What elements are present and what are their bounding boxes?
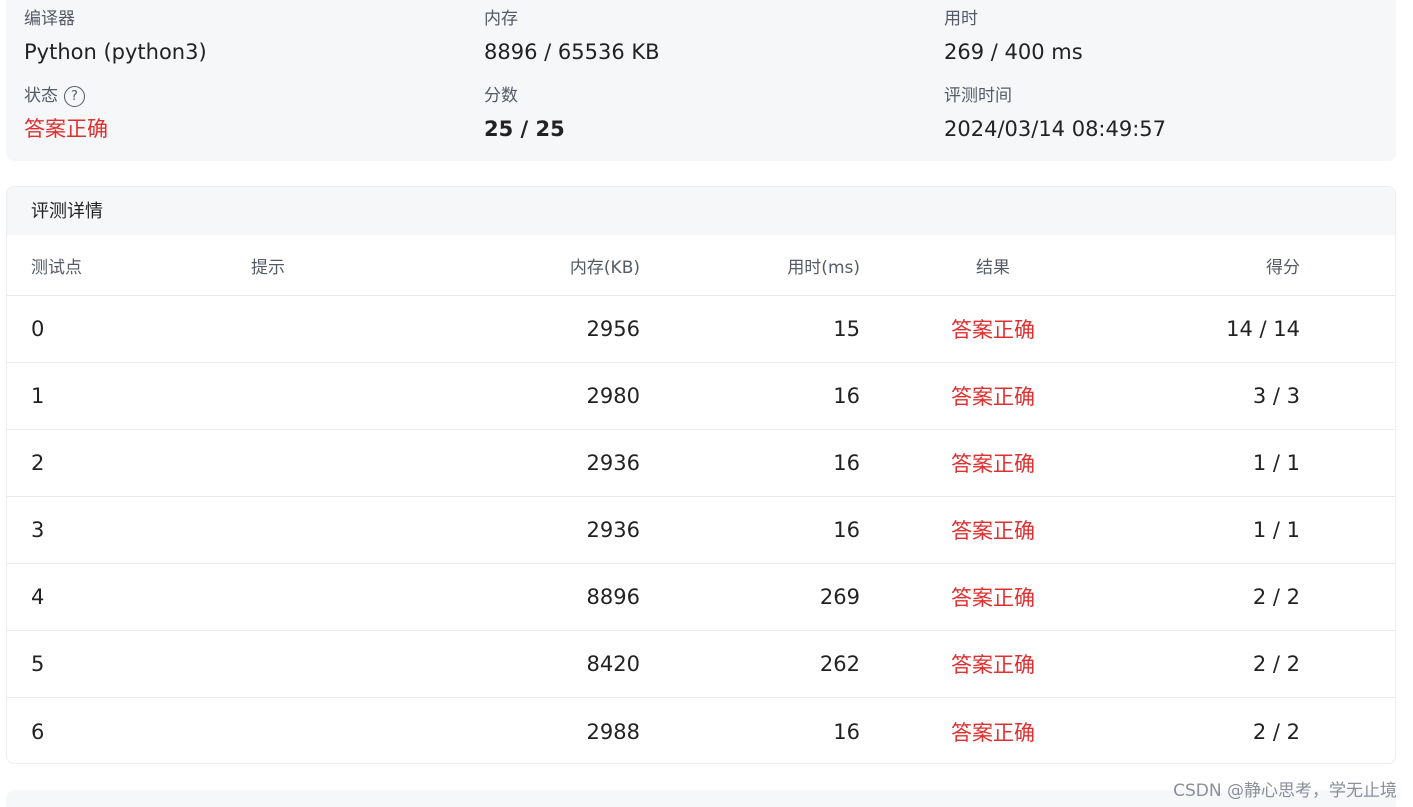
time-info: 用时 269 / 400 ms — [944, 8, 1083, 66]
judge-time-value: 2024/03/14 08:49:57 — [944, 117, 1167, 141]
case-id: 5 — [31, 652, 45, 676]
case-id: 0 — [31, 317, 45, 341]
case-time: 15 — [833, 317, 860, 341]
judge-detail-title: 评测详情 — [7, 187, 1395, 235]
case-id: 6 — [31, 719, 45, 744]
case-id: 2 — [31, 451, 45, 475]
case-time: 262 — [819, 652, 860, 676]
compiler-label: 编译器 — [24, 9, 75, 29]
case-result: 答案正确 — [951, 385, 1035, 409]
col-score: 得分 — [1266, 257, 1300, 278]
submission-summary: 编译器 Python (python3) 内存 8896 / 65536 KB … — [6, 0, 1396, 161]
judge-time-info: 评测时间 2024/03/14 08:49:57 — [944, 85, 1166, 143]
table-row: 2 2936 16 答案正确 1 / 1 — [7, 430, 1395, 497]
case-memory: 2988 — [586, 719, 640, 744]
table-row: 1 2980 16 答案正确 3 / 3 — [7, 363, 1395, 430]
case-time: 269 — [819, 585, 860, 609]
case-score: 14 / 14 — [1226, 317, 1300, 341]
case-score: 1 / 1 — [1252, 518, 1300, 542]
table-row: 6 2988 16 答案正确 2 / 2 — [7, 698, 1395, 763]
score-info: 分数 25 / 25 — [484, 85, 565, 143]
case-result: 答案正确 — [951, 519, 1035, 543]
judge-detail-card: 评测详情 测试点 提示 内存(KB) 用时(ms) 结果 得分 0 2956 1… — [6, 186, 1396, 764]
case-time: 16 — [833, 518, 860, 542]
question-circle-icon[interactable]: ? — [64, 85, 85, 107]
table-row: 5 8420 262 答案正确 2 / 2 — [7, 631, 1395, 698]
col-case: 测试点 — [31, 257, 82, 278]
case-result: 答案正确 — [951, 452, 1035, 476]
case-memory: 8420 — [586, 652, 640, 676]
table-header: 测试点 提示 内存(KB) 用时(ms) 结果 得分 — [7, 235, 1395, 296]
table-body: 0 2956 15 答案正确 14 / 14 1 2980 16 答案正确 3 … — [7, 296, 1395, 763]
case-time: 16 — [833, 451, 860, 475]
status-info: 状态 ? 答案正确 — [24, 85, 108, 143]
case-id: 3 — [31, 518, 45, 542]
compiler-value: Python (python3) — [24, 40, 207, 64]
case-score: 2 / 2 — [1252, 719, 1300, 744]
submission-result-page: 编译器 Python (python3) 内存 8896 / 65536 KB … — [0, 0, 1413, 807]
status-label-row: 状态 ? — [24, 85, 108, 107]
case-result: 答案正确 — [951, 318, 1035, 342]
case-memory: 2980 — [586, 384, 640, 408]
time-label: 用时 — [944, 9, 978, 29]
case-id: 1 — [31, 384, 45, 408]
score-label: 分数 — [484, 86, 518, 106]
col-result: 结果 — [976, 257, 1010, 278]
status-label: 状态 — [24, 86, 58, 106]
judge-time-label: 评测时间 — [944, 86, 1012, 106]
memory-label: 内存 — [484, 9, 518, 29]
memory-value: 8896 / 65536 KB — [484, 40, 660, 64]
case-time: 16 — [833, 384, 860, 408]
case-result: 答案正确 — [951, 586, 1035, 610]
case-time: 16 — [833, 719, 860, 744]
case-memory: 8896 — [586, 585, 640, 609]
status-value: 答案正确 — [24, 117, 108, 141]
case-score: 2 / 2 — [1252, 652, 1300, 676]
memory-info: 内存 8896 / 65536 KB — [484, 8, 660, 66]
csdn-watermark: CSDN @静心思考，学无止境 — [1173, 781, 1397, 801]
case-result: 答案正确 — [951, 653, 1035, 677]
table-row: 0 2956 15 答案正确 14 / 14 — [7, 296, 1395, 363]
compiler-info: 编译器 Python (python3) — [24, 8, 207, 66]
case-memory: 2956 — [586, 317, 640, 341]
case-score: 3 / 3 — [1252, 384, 1300, 408]
col-hint: 提示 — [251, 257, 285, 278]
table-row: 4 8896 269 答案正确 2 / 2 — [7, 564, 1395, 631]
case-score: 1 / 1 — [1252, 451, 1300, 475]
col-memory: 内存(KB) — [569, 257, 640, 278]
case-score: 2 / 2 — [1252, 585, 1300, 609]
score-value: 25 / 25 — [484, 117, 565, 141]
case-result: 答案正确 — [951, 720, 1035, 745]
case-memory: 2936 — [586, 451, 640, 475]
time-value: 269 / 400 ms — [944, 40, 1083, 64]
table-row: 3 2936 16 答案正确 1 / 1 — [7, 497, 1395, 564]
col-time: 用时(ms) — [787, 257, 860, 278]
case-memory: 2936 — [586, 518, 640, 542]
case-id: 4 — [31, 585, 45, 609]
